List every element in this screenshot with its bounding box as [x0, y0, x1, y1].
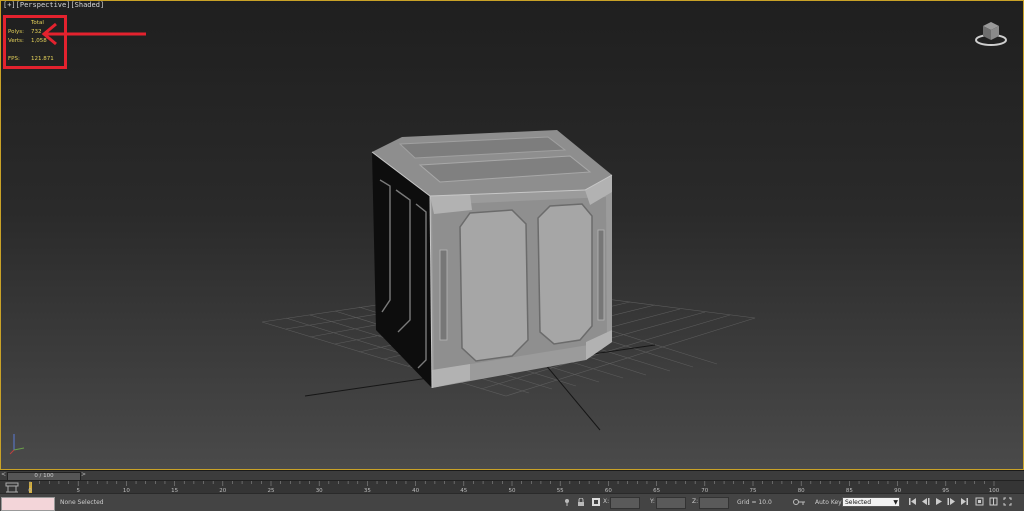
- perspective-viewport[interactable]: [+][Perspective][Shaded] Total Polys: 73…: [0, 0, 1024, 470]
- goto-start-icon[interactable]: [908, 497, 917, 506]
- viewport-layout-icon[interactable]: [989, 497, 998, 506]
- auto-key-button[interactable]: Auto Key: [815, 499, 842, 506]
- key-filter-value: Selected: [845, 499, 872, 506]
- x-coordinate-field[interactable]: [610, 497, 640, 509]
- absolute-mode-icon[interactable]: [592, 498, 600, 506]
- maximize-viewport-icon[interactable]: [1003, 497, 1012, 506]
- time-slider-label: 0 / 100: [34, 473, 54, 479]
- zoom-extents-icon[interactable]: [975, 497, 984, 506]
- goto-end-icon[interactable]: [960, 497, 969, 506]
- time-next-button[interactable]: >: [81, 471, 86, 478]
- selection-status: None Selected: [60, 499, 104, 506]
- maxscript-listener[interactable]: [1, 497, 55, 511]
- crate-model: [371, 130, 613, 389]
- viewcube-icon[interactable]: [974, 18, 1008, 48]
- isolate-icon[interactable]: [563, 498, 571, 506]
- x-label: X:: [603, 498, 610, 505]
- prev-frame-icon[interactable]: [921, 497, 930, 506]
- axis-tripod-icon: [9, 434, 25, 455]
- status-bar: None Selected X: Y: Z: Grid = 10.0 Auto …: [0, 493, 1024, 511]
- y-label: Y:: [650, 498, 655, 505]
- lock-icon[interactable]: [577, 498, 585, 506]
- z-coordinate-field[interactable]: [699, 497, 729, 509]
- scene-3d: [261, 130, 756, 431]
- key-icon[interactable]: [793, 498, 805, 506]
- play-icon[interactable]: [934, 497, 943, 506]
- track-bar[interactable]: 0 5 10 15 20 25 30 35 40 45 50 55 60 65 70 75 80 85 90 95 10…: [0, 480, 1024, 494]
- z-label: Z:: [692, 498, 699, 505]
- y-coordinate-field[interactable]: [656, 497, 686, 509]
- time-prev-button[interactable]: <: [1, 471, 6, 478]
- next-frame-icon[interactable]: [947, 497, 956, 506]
- annotation-arrow: [41, 22, 146, 46]
- grid-size-label: Grid = 10.0: [737, 499, 772, 506]
- chevron-down-icon: ▼: [893, 499, 898, 506]
- key-filter-dropdown[interactable]: Selected ▼: [842, 497, 900, 507]
